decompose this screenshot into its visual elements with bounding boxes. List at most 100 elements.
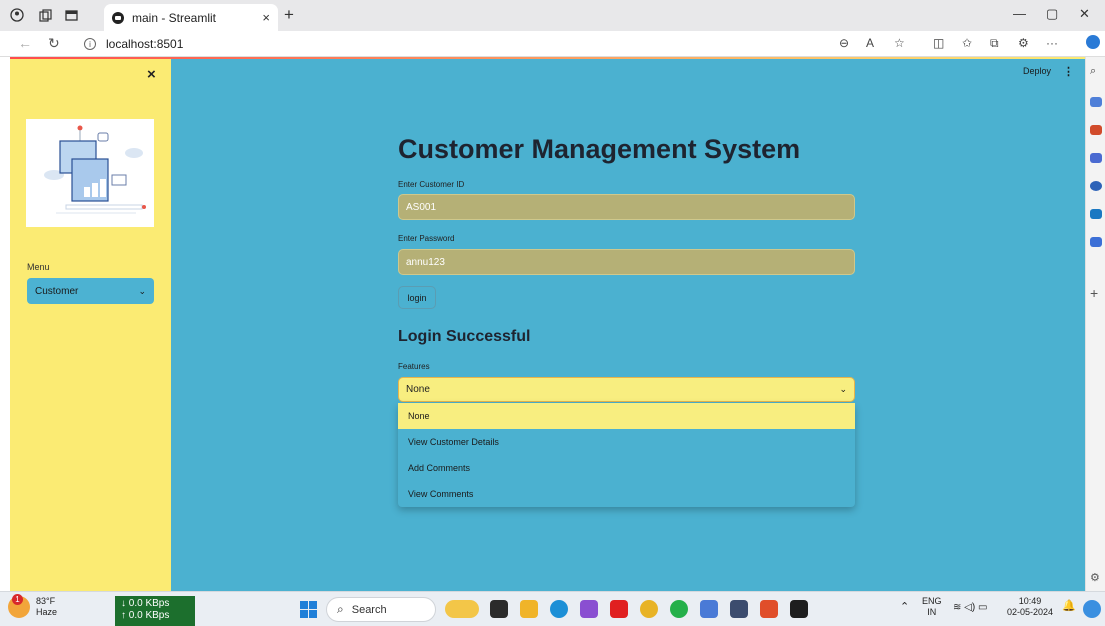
send-icon[interactable] [1090, 237, 1102, 247]
password-label: Enter Password [398, 234, 455, 243]
close-window-button[interactable]: ✕ [1079, 6, 1090, 22]
deploy-button[interactable]: Deploy [1023, 66, 1051, 76]
edge-sidebar: ⌕ + ⚙ [1085, 57, 1105, 591]
search-icon[interactable]: ⌕ [1090, 65, 1102, 77]
collections-icon[interactable]: ⧉ [990, 36, 999, 51]
notepad-icon[interactable] [700, 600, 718, 618]
sidebar-illustration [26, 119, 154, 227]
network-speed-widget: ↓ 0.0 KBps ↑ 0.0 KBps [115, 596, 195, 626]
address-bar: ← ↻ i localhost:8501 ⊖ A ☆ ◫ ✩ ⧉ ⚙ ··· [0, 31, 1105, 57]
outlook-icon[interactable] [1090, 209, 1102, 219]
language-indicator[interactable]: ENG IN [922, 596, 942, 618]
notification-bell-icon[interactable]: 🔔 [1062, 601, 1076, 612]
vscode-icon[interactable] [730, 600, 748, 618]
site-info-icon[interactable]: i [84, 38, 96, 50]
language-top: ENG [922, 596, 942, 606]
copilot-taskbar-icon[interactable] [1083, 600, 1101, 618]
header-decoration [10, 57, 1085, 59]
features-selected-value: None [406, 384, 430, 395]
net-down: ↓ 0.0 KBps [121, 598, 170, 609]
copilot-icon[interactable] [1086, 35, 1100, 49]
weather-sun-icon: 1 [8, 594, 30, 618]
split-screen-icon[interactable]: ◫ [933, 36, 944, 50]
main-content: Deploy ⋮ Customer Management System Ente… [171, 57, 1085, 591]
wifi-volume-battery-icon[interactable]: ≋ ◁) ▭ [953, 602, 987, 613]
tab-title: main - Streamlit [132, 10, 217, 25]
login-button[interactable]: login [398, 286, 436, 309]
clock-date: 02-05-2024 [1007, 607, 1054, 617]
file-explorer-icon[interactable] [520, 600, 538, 618]
taskbar: 1 83°F Haze ↓ 0.0 KBps ↑ 0.0 KBps ⌕ Sear… [0, 591, 1105, 626]
edge-icon[interactable] [550, 600, 568, 618]
wps-icon[interactable] [580, 600, 598, 618]
terminal-icon[interactable] [790, 600, 808, 618]
whatsapp-icon[interactable] [670, 600, 688, 618]
password-value: annu123 [406, 256, 445, 268]
profile-icon[interactable] [8, 6, 26, 24]
youtube-icon[interactable] [610, 600, 628, 618]
url-text: localhost:8501 [106, 37, 184, 51]
shopping-icon[interactable] [1090, 97, 1102, 107]
workspaces-icon[interactable] [36, 6, 54, 24]
chrome-icon[interactable] [640, 600, 658, 618]
search-placeholder: Search [351, 603, 387, 616]
weather-badge: 1 [12, 594, 23, 605]
dropdown-option-none[interactable]: None [398, 403, 855, 429]
features-label: Features [398, 362, 430, 371]
menu-select[interactable]: Customer ⌄ [27, 278, 154, 304]
browser-tab-active[interactable]: main - Streamlit × [104, 4, 278, 31]
windows-start-icon[interactable] [300, 601, 317, 618]
customer-id-label: Enter Customer ID [398, 180, 465, 189]
read-aloud-icon[interactable]: A [866, 36, 874, 50]
weather-desc: Haze [36, 607, 58, 617]
more-menu-icon[interactable]: ··· [1046, 36, 1058, 50]
taskbar-search[interactable]: ⌕ Search [326, 597, 436, 622]
sidebar: × Menu Customer ⌄ [10, 57, 171, 591]
tab-close-icon[interactable]: × [262, 10, 270, 25]
clock-time: 10:49 [1018, 596, 1042, 606]
tray-overflow-icon[interactable]: ⌃ [900, 602, 909, 613]
office-icon[interactable] [1090, 181, 1102, 191]
task-view-icon[interactable] [490, 600, 508, 618]
menu-selected-value: Customer [35, 285, 79, 297]
clock[interactable]: 10:49 02-05-2024 [1007, 596, 1053, 618]
maximize-button[interactable]: ▢ [1046, 6, 1058, 22]
tools-icon[interactable] [1090, 125, 1102, 135]
extensions-icon[interactable]: ⚙ [1018, 36, 1029, 50]
settings-gear-icon[interactable]: ⚙ [1090, 571, 1102, 584]
people-icon[interactable] [1090, 153, 1102, 163]
language-bottom: IN [927, 607, 937, 617]
page-title: Customer Management System [398, 134, 801, 164]
dropdown-option-view-comments[interactable]: View Comments [398, 481, 855, 507]
back-icon[interactable]: ← [18, 35, 32, 51]
sidebar-close-icon[interactable]: × [147, 66, 156, 83]
favorite-star-icon[interactable]: ☆ [894, 36, 905, 50]
favorites-icon[interactable]: ✩ [962, 36, 972, 50]
password-input[interactable]: annu123 [398, 249, 855, 275]
search-icon: ⌕ [337, 602, 344, 616]
features-select[interactable]: None ⌄ [398, 377, 855, 402]
dropdown-option-add-comments[interactable]: Add Comments [398, 455, 855, 481]
tab-actions-icon[interactable] [62, 6, 80, 24]
add-icon[interactable]: + [1090, 285, 1102, 301]
chevron-down-icon: ⌄ [138, 285, 146, 296]
features-dropdown: None View Customer Details Add Comments … [398, 403, 855, 507]
net-up: ↑ 0.0 KBps [121, 610, 170, 621]
zoom-icon[interactable]: ⊖ [839, 36, 849, 50]
main-menu-icon[interactable]: ⋮ [1063, 65, 1074, 78]
customer-id-value: AS001 [406, 201, 437, 213]
chevron-down-icon: ⌄ [839, 384, 847, 394]
widgets-app-icon[interactable] [445, 600, 479, 618]
dropdown-option-view-customer-details[interactable]: View Customer Details [398, 429, 855, 455]
refresh-icon[interactable]: ↻ [48, 35, 60, 52]
menu-label: Menu [27, 262, 50, 272]
customer-id-input[interactable]: AS001 [398, 194, 855, 220]
streamlit-favicon-icon [112, 11, 124, 24]
login-status-heading: Login Successful [398, 328, 531, 345]
browser-tab-bar: main - Streamlit × + — ▢ ✕ [0, 0, 1105, 31]
wps-office-icon[interactable] [760, 600, 778, 618]
minimize-button[interactable]: — [1013, 6, 1026, 21]
weather-widget[interactable]: 1 83°F Haze [8, 594, 58, 618]
url-field[interactable]: i localhost:8501 [84, 34, 864, 54]
new-tab-button[interactable]: + [284, 5, 294, 25]
